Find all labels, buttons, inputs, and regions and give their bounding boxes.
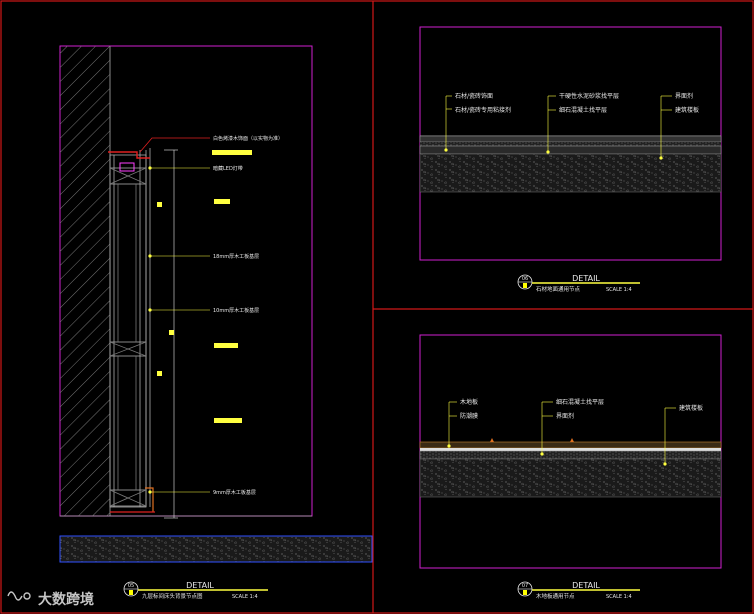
label-base-18: 18mm厚木工板基层 [213, 253, 259, 260]
panel-top-right-drawing [419, 26, 722, 261]
title-name-top-right: 石材地面通用节点 [536, 285, 581, 293]
labels-bottom-right: 木地板 防潮膜 细石混凝土找平层 界面剂 建筑楼板 [460, 398, 703, 420]
label-fine-concrete: 细石混凝土找平层 [559, 106, 607, 114]
label-building-slab: 建筑楼板 [675, 106, 699, 114]
floor-slab [59, 535, 373, 563]
floor-slab-stone [419, 153, 722, 193]
labels-top-right: 石材/瓷砖饰面 石材/瓷砖专用粘接剂 干硬性水泥砂浆找平层 细石混凝土找平层 界… [455, 92, 699, 114]
watermark-text: 大数跨境 [38, 591, 94, 608]
title-heading-left: DETAIL [186, 581, 214, 590]
title-block-top-right: 06 DETAIL 石材地面通用节点 SCALE 1:4 [517, 274, 640, 293]
dimension-markers [157, 150, 252, 423]
watermark-logo-icon [7, 591, 31, 601]
label-building-slab-2: 建筑楼板 [679, 404, 703, 412]
wall-hatch [60, 46, 110, 516]
cad-drawing-canvas: 白色烤漆木饰面（以实物为准） 暗藏LED灯带 18mm厚木工板基层 10mm厚木… [0, 0, 754, 614]
title-scale-bottom-right: SCALE 1:4 [606, 594, 632, 600]
title-block-left: 05 DETAIL 九层标间床头背景节点图 SCALE 1:4 [123, 581, 268, 600]
label-stone-finish: 石材/瓷砖饰面 [455, 92, 493, 100]
panel-bottom-right-drawing [419, 334, 722, 569]
label-finish: 白色烤漆木饰面（以实物为准） [213, 135, 283, 142]
title-scale-left: SCALE 1:4 [232, 594, 258, 600]
label-stone-adhesive: 石材/瓷砖专用粘接剂 [455, 106, 511, 114]
title-heading-bottom-right: DETAIL [572, 581, 600, 590]
title-number-left: 05 [128, 583, 134, 589]
cad-drawing-sheet: 白色烤漆木饰面（以实物为准） 暗藏LED灯带 18mm厚木工板基层 10mm厚木… [0, 0, 754, 614]
watermark: 大数跨境 [7, 591, 94, 608]
title-name-bottom-right: 木地板通用节点 [536, 592, 575, 600]
title-name-left: 九层标间床头背景节点图 [142, 592, 203, 600]
title-number-bottom-right: 07 [522, 583, 528, 589]
labels-left: 白色烤漆木饰面（以实物为准） 暗藏LED灯带 18mm厚木工板基层 10mm厚木… [213, 135, 283, 496]
label-led: 暗藏LED灯带 [213, 165, 243, 172]
label-wood-floor: 木地板 [460, 398, 478, 406]
title-block-bottom-right: 07 DETAIL 木地板通用节点 SCALE 1:4 [517, 581, 640, 600]
label-primer-2: 界面剂 [556, 412, 574, 420]
label-base-9: 9mm厚木工板基层 [213, 489, 256, 496]
panel-left-drawing [59, 45, 373, 563]
title-number-top-right: 06 [522, 276, 528, 282]
label-fine-concrete-2: 细石混凝土找平层 [556, 398, 604, 406]
label-primer: 界面剂 [675, 92, 693, 100]
label-moisture-film: 防潮膜 [460, 412, 478, 420]
floor-slab-wood [419, 458, 722, 498]
title-scale-top-right: SCALE 1:4 [606, 287, 632, 293]
headboard-section [109, 148, 151, 508]
label-dry-mortar: 干硬性水泥砂浆找平层 [559, 92, 619, 100]
label-base-10: 10mm厚木工板基层 [213, 307, 259, 314]
title-heading-top-right: DETAIL [572, 274, 600, 283]
